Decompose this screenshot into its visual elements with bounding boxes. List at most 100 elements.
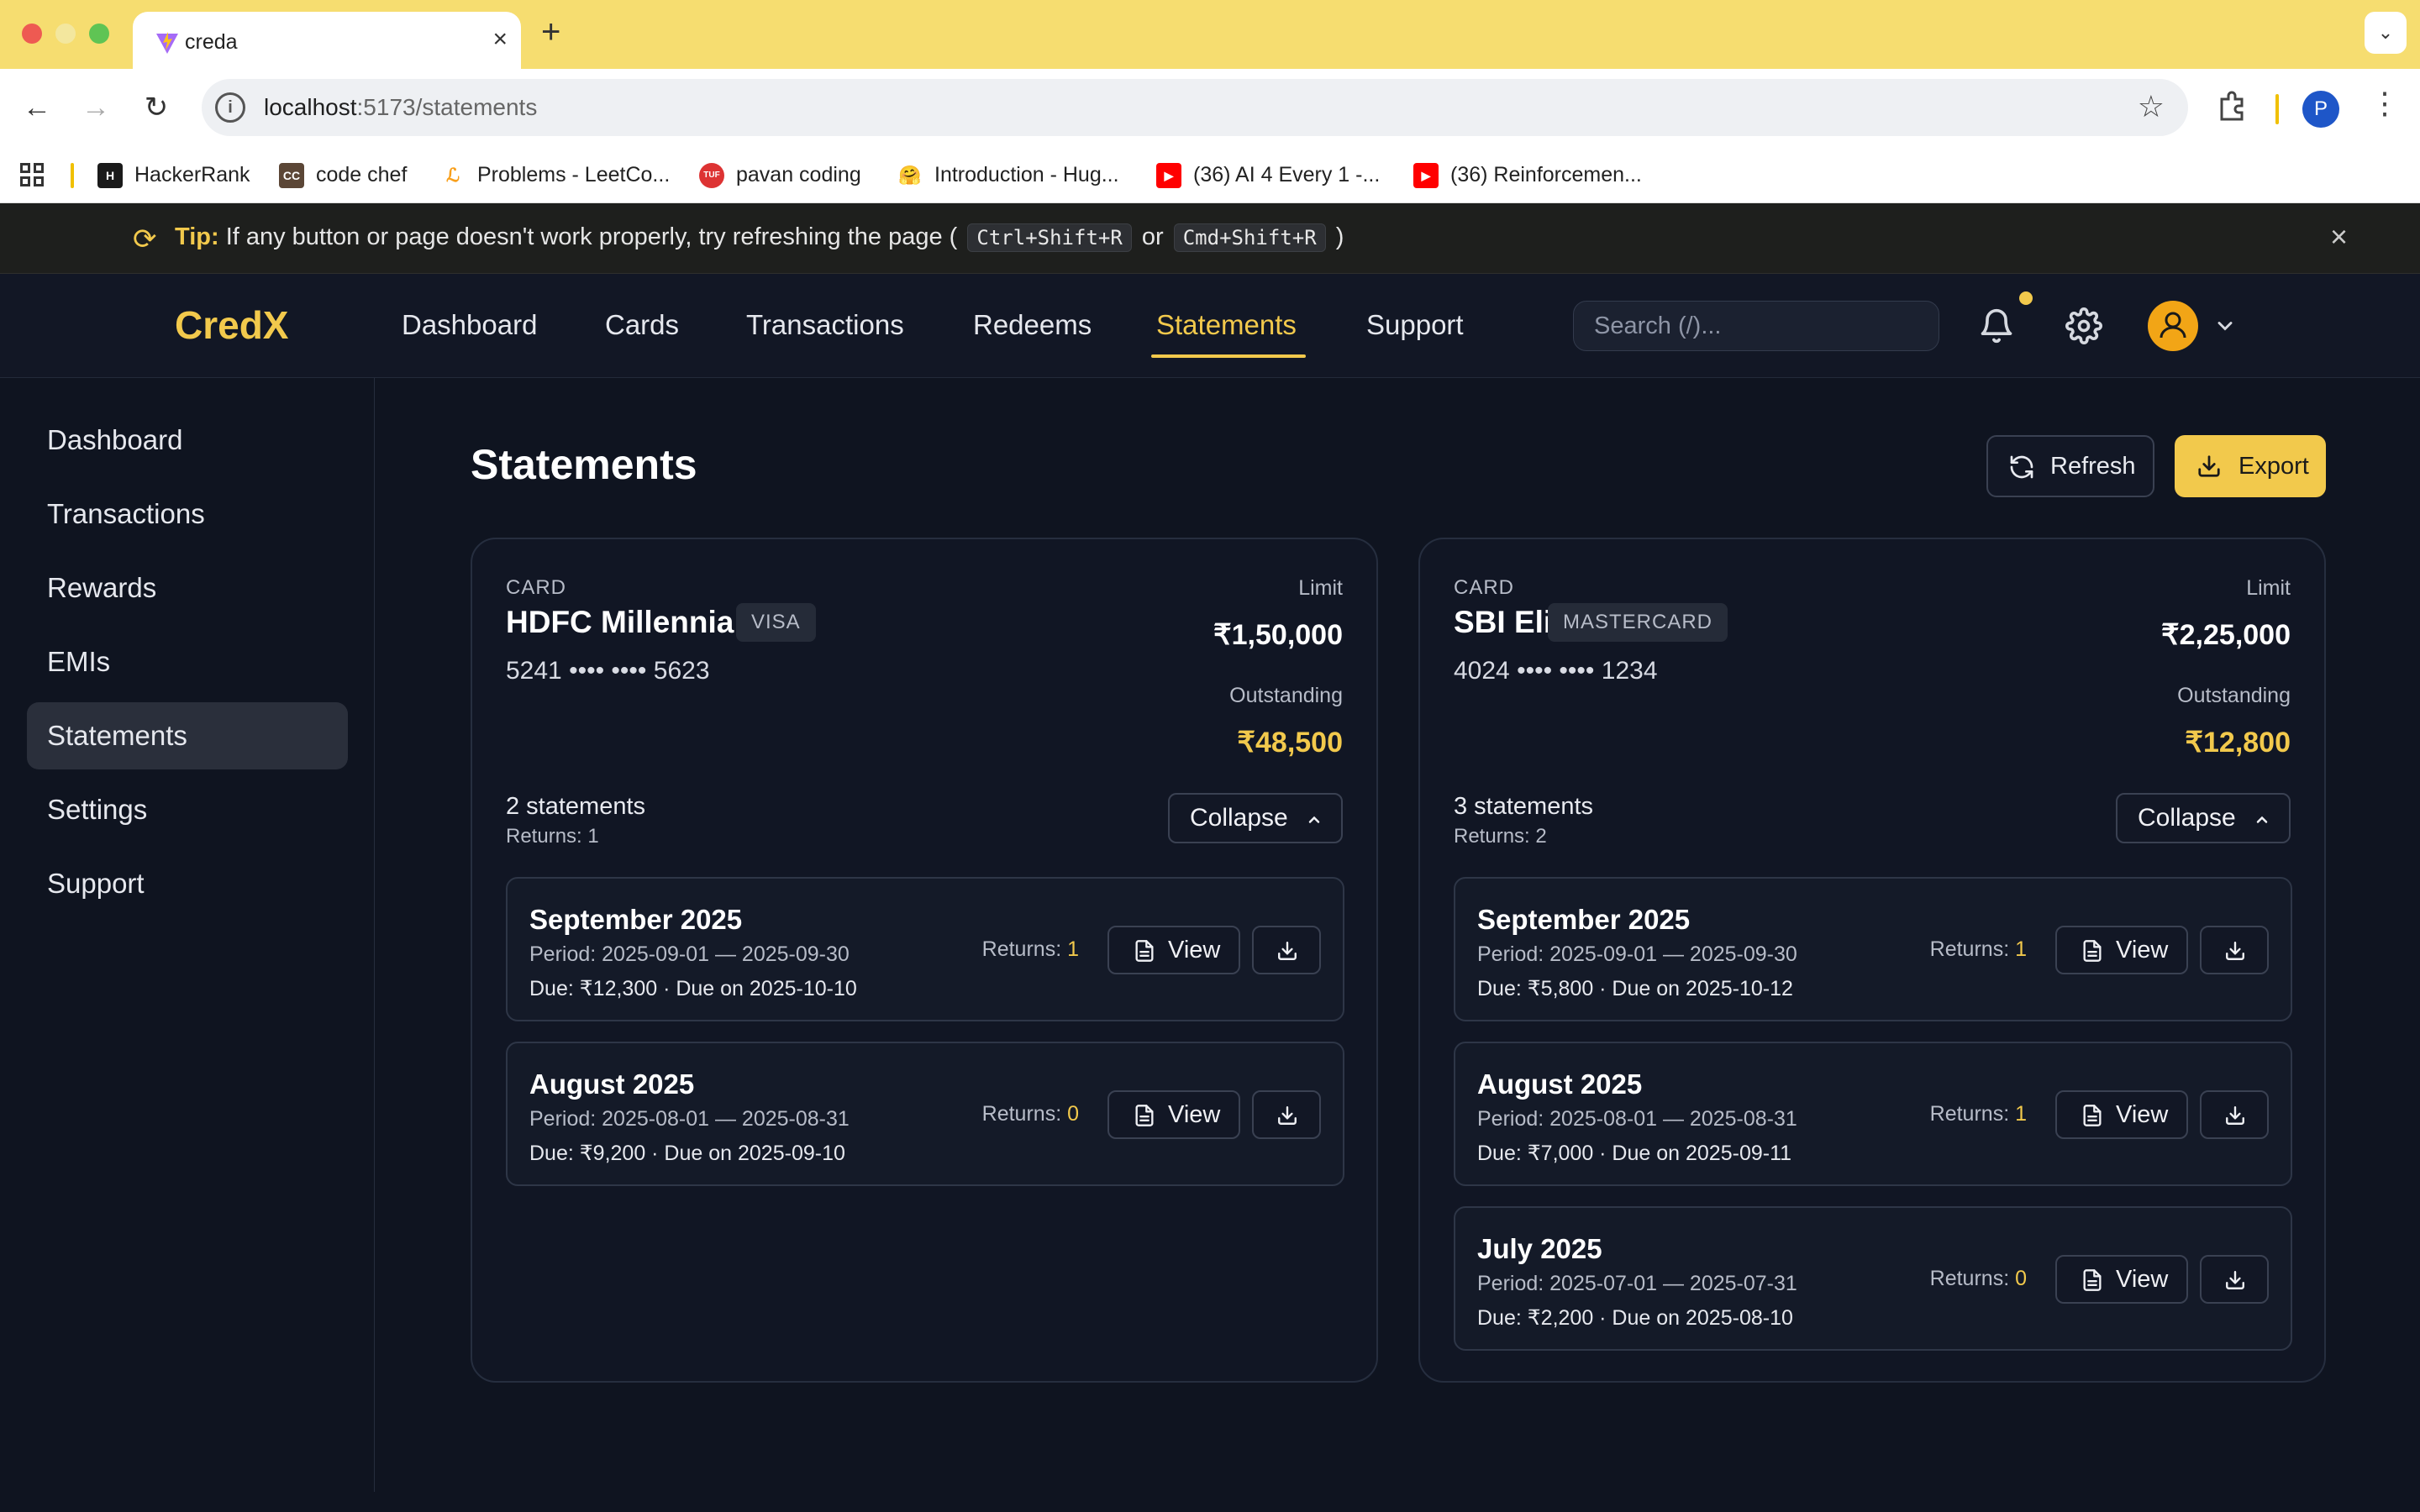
apps-grid-icon[interactable] [20, 163, 45, 188]
statement-due: Due: ₹2,200 · Due on 2025-08-10 [1477, 1306, 1793, 1330]
window-minimize-button[interactable] [55, 24, 76, 44]
bookmark-star-icon[interactable]: ☆ [2138, 89, 2165, 124]
tab-search-button[interactable]: ⌄ [2365, 12, 2407, 54]
refresh-tip-icon: ⟳ [133, 223, 157, 255]
limit-value: ₹2,25,000 [2161, 619, 2291, 651]
outstanding-value: ₹12,800 [2185, 727, 2291, 759]
statement-returns: Returns: 1 [981, 937, 1079, 961]
bookmark-hackerrank[interactable]: H HackerRank [97, 160, 250, 190]
new-tab-button[interactable]: + [541, 15, 560, 49]
profile-avatar[interactable]: P [2302, 91, 2339, 128]
sidebar-item-settings[interactable]: Settings [27, 776, 348, 843]
brand-logo[interactable]: CredX [175, 302, 288, 348]
card-number: 5241 •••• •••• 5623 [506, 657, 710, 685]
statement-due: Due: ₹5,800 · Due on 2025-10-12 [1477, 977, 1793, 1000]
nav-dashboard[interactable]: Dashboard [402, 309, 537, 341]
chrome-menu-icon[interactable]: ⋮ [2370, 86, 2400, 121]
card-label: CARD [506, 576, 567, 599]
bookmark-leetcode[interactable]: ℒ Problems - LeetCo... [440, 160, 670, 190]
browser-tab[interactable]: creda × [133, 12, 521, 69]
search-input[interactable]: Search (/)... [1573, 301, 1939, 351]
download-icon [2226, 1271, 2244, 1289]
statement-period: Period: 2025-08-01 — 2025-08-31 [529, 1107, 850, 1131]
chevron-down-icon[interactable] [2213, 314, 2237, 338]
download-statement-button[interactable] [1252, 926, 1321, 974]
view-statement-button[interactable]: View [2055, 926, 2188, 974]
sidebar-item-statements[interactable]: Statements [27, 702, 348, 769]
browser-toolbar: ← → ↻ i localhost:5173/statements ☆ P ⋮ [0, 69, 2420, 146]
card-panel-sbi: CARD SBI Elite MASTERCARD 4024 •••• ••••… [1418, 538, 2326, 1383]
nav-statements[interactable]: Statements [1156, 309, 1297, 341]
download-icon [2226, 1106, 2244, 1125]
bookmark-youtube-ai[interactable]: ▶ (36) AI 4 Every 1 -... [1156, 160, 1380, 190]
statement-returns: Returns: 0 [1929, 1267, 2027, 1290]
sidebar-item-rewards[interactable]: Rewards [27, 554, 348, 622]
statement-period: Period: 2025-07-01 — 2025-07-31 [1477, 1272, 1797, 1295]
statement-period: Period: 2025-09-01 — 2025-09-30 [1477, 942, 1797, 966]
bookmark-huggingface[interactable]: 🤗 Introduction - Hug... [897, 160, 1119, 190]
card-network-badge: MASTERCARD [1548, 603, 1728, 642]
view-statement-button[interactable]: View [2055, 1090, 2188, 1139]
nav-support[interactable]: Support [1366, 309, 1464, 341]
bookmark-codechef[interactable]: CC code chef [279, 160, 407, 190]
close-tip-icon[interactable]: × [2330, 222, 2348, 252]
view-statement-button[interactable]: View [1107, 926, 1240, 974]
user-avatar[interactable] [2148, 301, 2198, 351]
nav-cards[interactable]: Cards [605, 309, 679, 341]
active-nav-indicator [1151, 354, 1306, 358]
url-text[interactable]: localhost:5173/statements [264, 94, 537, 121]
chevron-up-icon [1308, 816, 1320, 823]
download-statement-button[interactable] [2200, 1090, 2269, 1139]
export-button[interactable]: Export [2175, 435, 2326, 497]
document-icon [1135, 940, 1154, 962]
sidebar-item-emis[interactable]: EMIs [27, 628, 348, 696]
site-info-icon[interactable]: i [215, 92, 245, 123]
card-network-badge: VISA [736, 603, 816, 642]
document-icon [2083, 1105, 2102, 1126]
download-statement-button[interactable] [2200, 926, 2269, 974]
browser-tab-bar: creda × + ⌄ [0, 0, 2420, 69]
tab-close-icon[interactable]: × [492, 27, 508, 52]
sidebar-item-support[interactable]: Support [27, 850, 348, 917]
download-statement-button[interactable] [1252, 1090, 1321, 1139]
settings-gear-icon[interactable] [2065, 307, 2102, 344]
nav-transactions[interactable]: Transactions [746, 309, 904, 341]
statement-row: July 2025 Period: 2025-07-01 — 2025-07-3… [1454, 1206, 2292, 1351]
download-icon [2226, 942, 2244, 960]
bookmark-pavan-coding[interactable]: TUF pavan coding [699, 160, 861, 190]
back-icon[interactable]: ← [13, 84, 60, 131]
view-label: View [1168, 1101, 1221, 1128]
nav-redeems[interactable]: Redeems [973, 309, 1092, 341]
card-returns: Returns: 1 [506, 825, 599, 848]
statement-period: Period: 2025-09-01 — 2025-09-30 [529, 942, 850, 966]
statement-due: Due: ₹9,200 · Due on 2025-09-10 [529, 1142, 845, 1165]
extensions-icon[interactable] [2215, 87, 2249, 121]
statement-month: August 2025 [1477, 1068, 1643, 1100]
notification-bell-icon[interactable] [1978, 307, 2015, 344]
sidebar: Dashboard Transactions Rewards EMIs Stat… [0, 378, 375, 1492]
export-label: Export [2238, 453, 2309, 480]
window-maximize-button[interactable] [89, 24, 109, 44]
bookmark-youtube-rl[interactable]: ▶ (36) Reinforcemen... [1413, 160, 1642, 190]
sidebar-item-transactions[interactable]: Transactions [27, 480, 348, 548]
vite-favicon-icon [156, 32, 178, 54]
window-close-button[interactable] [22, 24, 42, 44]
view-statement-button[interactable]: View [1107, 1090, 1240, 1139]
reload-icon[interactable]: ↻ [133, 84, 180, 131]
collapse-button[interactable]: Collapse [2116, 793, 2291, 843]
view-label: View [2116, 937, 2169, 963]
view-label: View [2116, 1266, 2169, 1293]
view-statement-button[interactable]: View [2055, 1255, 2188, 1304]
statements-count: 3 statements [1454, 793, 1594, 820]
document-icon [2083, 1269, 2102, 1291]
sidebar-item-dashboard[interactable]: Dashboard [27, 407, 348, 474]
refresh-button[interactable]: Refresh [1986, 435, 2154, 497]
download-statement-button[interactable] [2200, 1255, 2269, 1304]
download-icon [2198, 455, 2220, 477]
collapse-button[interactable]: Collapse [1168, 793, 1343, 843]
card-number: 4024 •••• •••• 1234 [1454, 657, 1658, 685]
refresh-label: Refresh [2050, 453, 2136, 480]
outstanding-label: Outstanding [2177, 684, 2291, 707]
forward-icon[interactable]: → [72, 84, 119, 131]
address-bar[interactable]: i localhost:5173/statements ☆ [202, 79, 2188, 136]
